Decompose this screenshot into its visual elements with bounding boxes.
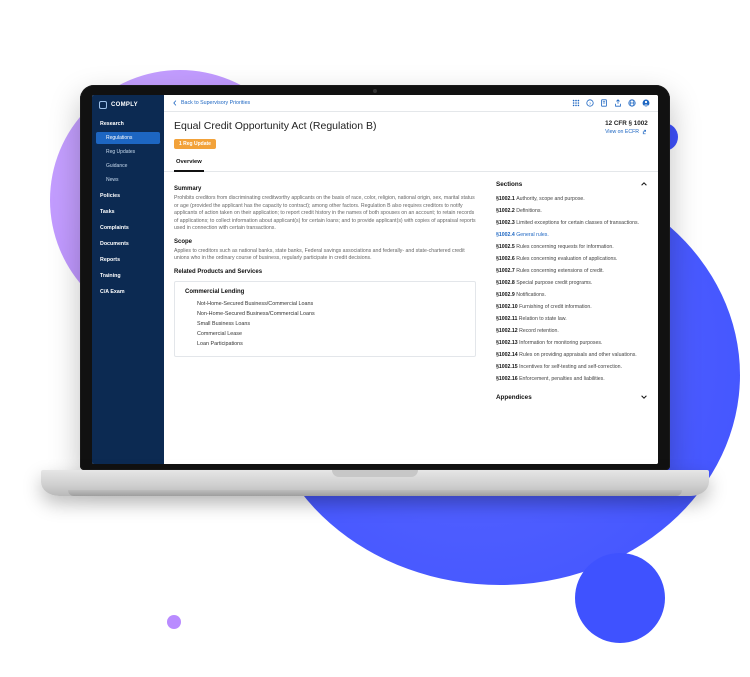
section-link[interactable]: §1002.3 Limited exceptions for certain c… xyxy=(496,217,648,229)
laptop-camera xyxy=(373,89,377,93)
globe-icon[interactable] xyxy=(628,99,636,107)
related-group: Commercial Lending xyxy=(185,289,465,295)
section-link[interactable]: §1002.9 Notifications. xyxy=(496,289,648,301)
sidebar: COMPLY ResearchRegulationsReg UpdatesGui… xyxy=(92,95,164,464)
apps-icon[interactable] xyxy=(572,99,580,107)
section-link[interactable]: §1002.12 Record retention. xyxy=(496,325,648,337)
user-avatar-icon[interactable] xyxy=(642,99,650,107)
section-link[interactable]: §1002.4 General rules. xyxy=(496,229,648,241)
laptop-mockup: COMPLY ResearchRegulationsReg UpdatesGui… xyxy=(80,85,670,515)
section-link[interactable]: §1002.1 Authority, scope and purpose. xyxy=(496,193,648,205)
tab-overview[interactable]: Overview xyxy=(174,156,204,172)
related-products-box: Commercial Lending Not-Home-Secured Busi… xyxy=(174,281,476,357)
sidebar-item-training[interactable]: Training xyxy=(92,269,164,283)
ecfr-link[interactable]: View on ECFR xyxy=(605,129,648,135)
decorative-blob xyxy=(167,615,181,629)
chevron-up-icon xyxy=(640,180,648,188)
sidebar-item-reg-updates[interactable]: Reg Updates xyxy=(92,145,164,159)
sidebar-item-policies[interactable]: Policies xyxy=(92,189,164,203)
section-link[interactable]: §1002.14 Rules on providing appraisals a… xyxy=(496,349,648,361)
sections-panel: Sections §1002.1 Authority, scope and pu… xyxy=(486,172,658,464)
sidebar-item-c-a-exam[interactable]: C/A Exam xyxy=(92,285,164,299)
scope-text: Applies to creditors such as national ba… xyxy=(174,248,476,263)
help-icon[interactable]: ? xyxy=(586,99,594,107)
sidebar-nav: ResearchRegulationsReg UpdatesGuidanceNe… xyxy=(92,115,164,299)
sidebar-item-reports[interactable]: Reports xyxy=(92,253,164,267)
sidebar-item-regulations[interactable]: Regulations xyxy=(96,132,160,144)
section-link[interactable]: §1002.7 Rules concerning extensions of c… xyxy=(496,265,648,277)
summary-heading: Summary xyxy=(174,186,476,192)
sections-toggle[interactable]: Sections xyxy=(496,180,648,188)
sidebar-item-guidance[interactable]: Guidance xyxy=(92,159,164,173)
related-item[interactable]: Small Business Loans xyxy=(185,319,465,329)
topbar: Back to Supervisory Priorities ? xyxy=(164,95,658,112)
sidebar-item-documents[interactable]: Documents xyxy=(92,237,164,251)
brand-name: COMPLY xyxy=(111,102,138,108)
document-icon[interactable] xyxy=(600,99,608,107)
page-header: Equal Credit Opportunity Act (Regulation… xyxy=(164,112,658,150)
section-link[interactable]: §1002.5 Rules concerning requests for in… xyxy=(496,241,648,253)
related-item[interactable]: Non-Home-Secured Business/Commercial Loa… xyxy=(185,309,465,319)
laptop-base xyxy=(41,470,709,496)
topbar-actions: ? xyxy=(572,99,650,107)
share-icon[interactable] xyxy=(614,99,622,107)
back-link-label: Back to Supervisory Priorities xyxy=(181,100,250,106)
summary-text: Prohibits creditors from discriminating … xyxy=(174,195,476,233)
main-panel: Summary Prohibits creditors from discrim… xyxy=(164,172,486,464)
content-area: Back to Supervisory Priorities ? xyxy=(164,95,658,464)
section-link[interactable]: §1002.6 Rules concerning evaluation of a… xyxy=(496,253,648,265)
svg-text:?: ? xyxy=(589,101,592,106)
related-item[interactable]: Loan Participations xyxy=(185,339,465,349)
section-link[interactable]: §1002.11 Relation to state law. xyxy=(496,313,648,325)
external-link-icon xyxy=(642,129,648,135)
page-title: Equal Credit Opportunity Act (Regulation… xyxy=(174,120,377,132)
section-link[interactable]: §1002.16 Enforcement, penalties and liab… xyxy=(496,373,648,385)
section-link[interactable]: §1002.2 Definitions. xyxy=(496,205,648,217)
related-item[interactable]: Not-Home-Secured Business/Commercial Loa… xyxy=(185,299,465,309)
section-link[interactable]: §1002.13 Information for monitoring purp… xyxy=(496,337,648,349)
brand: COMPLY xyxy=(92,95,164,115)
sidebar-item-news[interactable]: News xyxy=(92,173,164,187)
decorative-blob xyxy=(575,553,665,643)
back-link[interactable]: Back to Supervisory Priorities xyxy=(172,100,250,106)
sidebar-item-tasks[interactable]: Tasks xyxy=(92,205,164,219)
tabs: Overview xyxy=(164,150,658,172)
sections-heading: Sections xyxy=(496,181,522,188)
cfr-citation: 12 CFR § 1002 xyxy=(605,120,648,127)
related-heading: Related Products and Services xyxy=(174,269,476,275)
scope-heading: Scope xyxy=(174,239,476,245)
ecfr-link-label: View on ECFR xyxy=(605,129,639,135)
section-link[interactable]: §1002.10 Furnishing of credit informatio… xyxy=(496,301,648,313)
sidebar-item-complaints[interactable]: Complaints xyxy=(92,221,164,235)
reg-update-badge[interactable]: 1 Reg Update xyxy=(174,139,216,149)
chevron-left-icon xyxy=(172,100,178,106)
section-link[interactable]: §1002.15 Incentives for self-testing and… xyxy=(496,361,648,373)
chevron-down-icon xyxy=(640,393,648,401)
section-link[interactable]: §1002.8 Special purpose credit programs. xyxy=(496,277,648,289)
appendices-toggle[interactable]: Appendices xyxy=(496,393,648,401)
brand-logo-icon xyxy=(99,101,107,109)
sidebar-item-research[interactable]: Research xyxy=(92,117,164,131)
appendices-heading: Appendices xyxy=(496,394,532,401)
related-item[interactable]: Commercial Lease xyxy=(185,329,465,339)
